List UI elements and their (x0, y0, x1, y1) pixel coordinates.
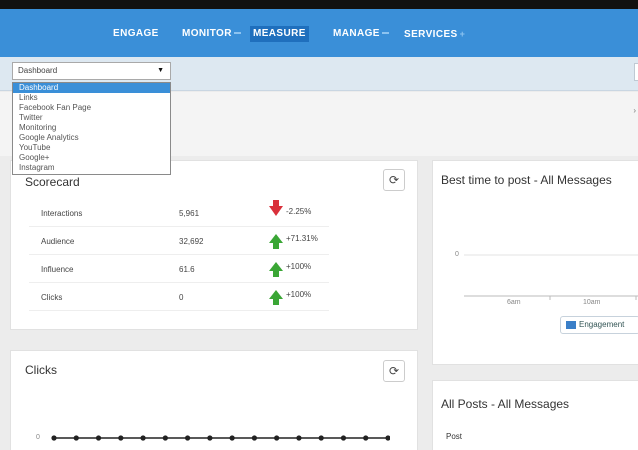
metric-value: 32,692 (179, 237, 204, 246)
x-axis-tick: 10am (583, 299, 601, 306)
clicks-data-point (251, 435, 257, 441)
metric-change: +100% (269, 290, 312, 306)
metric-change: -2.25% (269, 200, 312, 220)
nav-engage-label: ENGAGE (113, 28, 159, 39)
clicks-data-point (185, 435, 191, 441)
scorecard-row: Interactions 5,961 -2.25% (29, 199, 329, 227)
plus-icon: + (459, 29, 466, 39)
arrow-up-icon (269, 234, 283, 250)
top-bar (0, 0, 638, 9)
metric-value: 0 (179, 293, 184, 302)
scorecard-row: Audience 32,692 +71.31% (29, 227, 329, 255)
clicks-data-point (318, 435, 324, 441)
y-axis-tick: 0 (455, 251, 459, 258)
refresh-button[interactable]: ⟳ (383, 169, 405, 191)
metric-change-text: -2.25% (286, 206, 312, 216)
arrow-up-icon (269, 290, 283, 306)
main-navbar: ENGAGE MONITOR MEASURE MANAGE SERVICES + (0, 9, 638, 57)
caret-icon (381, 32, 389, 35)
nav-measure[interactable]: MEASURE (250, 26, 309, 42)
nav-measure-label: MEASURE (253, 28, 306, 39)
metric-value: 61.6 (179, 265, 195, 274)
column-header-post: Post (446, 432, 463, 441)
best-time-chart (464, 254, 638, 300)
metric-value: 5,961 (179, 209, 200, 218)
filter-bar-control[interactable] (634, 63, 638, 81)
dropdown-option[interactable]: Google Analytics (13, 133, 170, 143)
caret-icon (233, 32, 241, 35)
clicks-data-point (73, 435, 79, 441)
clicks-data-point (51, 435, 57, 441)
nav-monitor-label: MONITOR (182, 28, 232, 39)
dropdown-arrow-icon: ▼ (157, 67, 164, 74)
clicks-data-point (207, 435, 213, 441)
nav-manage-label: MANAGE (333, 28, 380, 39)
dropdown-option[interactable]: Monitoring (13, 123, 170, 133)
metric-change-text: +100% (286, 290, 312, 300)
chart-legend[interactable]: Engagement (560, 316, 638, 334)
dropdown-option[interactable]: Instagram (13, 163, 170, 173)
dropdown-option[interactable]: Twitter (13, 113, 170, 123)
clicks-data-point (274, 435, 280, 441)
refresh-icon: ⟳ (388, 364, 400, 378)
arrow-down-icon (269, 200, 283, 216)
nav-monitor[interactable]: MONITOR (182, 26, 241, 42)
nav-manage[interactable]: MANAGE (333, 26, 389, 42)
best-time-title: Best time to post - All Messages (441, 173, 612, 187)
all-posts-card: All Posts - All Messages (432, 380, 638, 450)
nav-services-label: SERVICES (404, 29, 458, 40)
nav-services[interactable]: SERVICES + (404, 26, 465, 42)
view-select-dropdown: Dashboard Links Facebook Fan Page Twitte… (12, 82, 171, 175)
dropdown-option[interactable]: Google+ (13, 153, 170, 163)
clicks-chart (51, 435, 390, 441)
dropdown-option[interactable]: Dashboard (13, 83, 170, 93)
arrow-up-icon (269, 262, 283, 278)
clicks-data-point (229, 435, 235, 441)
clicks-data-point (385, 435, 390, 441)
metric-label: Interactions (41, 209, 83, 218)
clicks-data-point (162, 435, 168, 441)
dropdown-option[interactable]: Facebook Fan Page (13, 103, 170, 113)
legend-label: Engagement (579, 320, 625, 329)
metric-change-text: +71.31% (286, 234, 318, 244)
metric-label: Clicks (41, 293, 63, 302)
metric-change-text: +100% (286, 262, 312, 272)
refresh-icon: ⟳ (388, 173, 400, 187)
legend-swatch (566, 321, 576, 329)
clicks-data-point (363, 435, 369, 441)
scorecard-card: Scorecard ⟳ Interactions 5,961 -2.25% Au… (10, 160, 418, 330)
x-axis-tick: 6am (507, 299, 521, 306)
metric-label: Audience (41, 237, 75, 246)
metric-label: Influence (41, 265, 74, 274)
collapse-handle[interactable]: › (633, 106, 636, 115)
view-select-value: Dashboard (18, 66, 58, 75)
metric-change: +71.31% (269, 234, 318, 250)
clicks-data-point (118, 435, 124, 441)
view-select[interactable]: Dashboard ▼ (12, 62, 171, 80)
dropdown-option[interactable]: Links (13, 93, 170, 103)
scorecard-row: Influence 61.6 +100% (29, 255, 329, 283)
clicks-data-point (340, 435, 347, 441)
clicks-data-point (296, 435, 302, 441)
metric-change: +100% (269, 262, 312, 278)
nav-engage[interactable]: ENGAGE (113, 26, 159, 42)
y-axis-tick: 0 (36, 434, 40, 441)
all-posts-title: All Posts - All Messages (441, 397, 570, 411)
scorecard-row: Clicks 0 +100% (29, 283, 329, 311)
clicks-data-point (140, 435, 146, 441)
scorecard-title: Scorecard (25, 175, 80, 189)
dropdown-option[interactable]: YouTube (13, 143, 170, 153)
clicks-title: Clicks (25, 363, 57, 377)
clicks-data-point (95, 435, 102, 441)
refresh-button[interactable]: ⟳ (383, 360, 405, 382)
